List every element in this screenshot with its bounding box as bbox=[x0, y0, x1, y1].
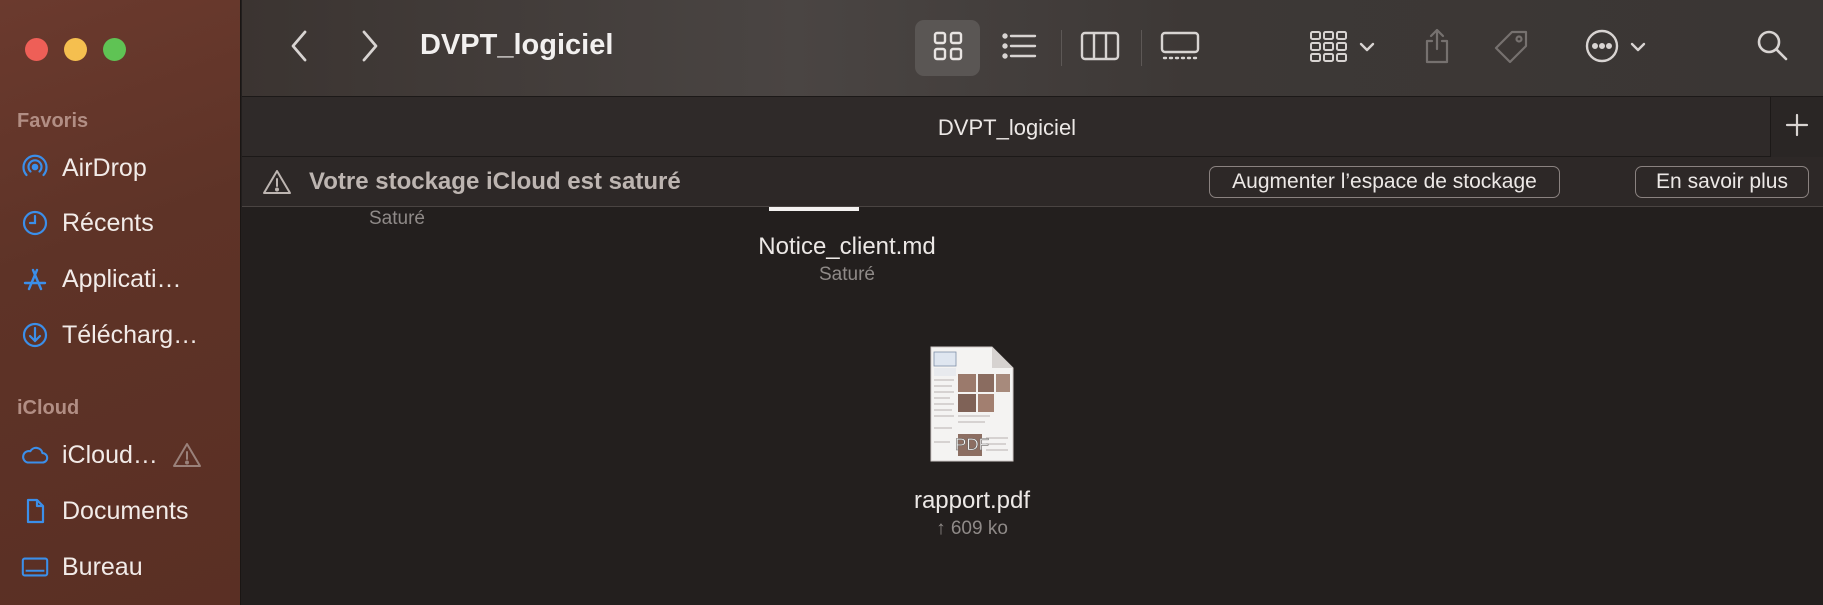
more-actions-button[interactable] bbox=[1575, 20, 1655, 76]
sidebar: Favoris AirDrop Récents Applicati… Téléc… bbox=[0, 0, 241, 605]
zoom-window-button[interactable] bbox=[103, 38, 126, 61]
file-status: ↑ 609 ko bbox=[936, 518, 1008, 539]
upgrade-storage-button[interactable]: Augmenter l’espace de stockage bbox=[1209, 166, 1560, 198]
grid-icon bbox=[932, 30, 964, 67]
close-window-button[interactable] bbox=[25, 38, 48, 61]
sidebar-item-label: Applicati… bbox=[62, 264, 182, 293]
clock-icon bbox=[20, 208, 50, 238]
favorites-section-title: Favoris bbox=[17, 110, 89, 132]
sidebar-item-icloud-drive[interactable]: iCloud… bbox=[20, 435, 235, 475]
sidebar-item-applications[interactable]: Applicati… bbox=[20, 259, 235, 299]
plus-icon bbox=[1785, 113, 1809, 142]
chevron-down-icon bbox=[1359, 39, 1375, 57]
back-button[interactable] bbox=[280, 28, 320, 68]
pdf-badge-text: PDF bbox=[955, 435, 989, 454]
forward-button[interactable] bbox=[349, 28, 389, 68]
sidebar-item-desktop[interactable]: Bureau bbox=[20, 547, 235, 587]
file-thumbnail[interactable] bbox=[769, 207, 859, 211]
share-icon bbox=[1422, 27, 1452, 70]
download-icon bbox=[20, 320, 50, 350]
applications-icon bbox=[20, 264, 50, 294]
toolbar: DVPT_logiciel bbox=[242, 0, 1823, 96]
sidebar-item-label: Télécharg… bbox=[62, 320, 199, 349]
chevron-left-icon bbox=[289, 28, 311, 69]
share-button[interactable] bbox=[1412, 20, 1462, 76]
toolbar-separator bbox=[1061, 30, 1062, 66]
sidebar-item-label: AirDrop bbox=[62, 153, 147, 182]
icon-view-button[interactable] bbox=[915, 20, 980, 76]
sidebar-item-documents[interactable]: Documents bbox=[20, 491, 235, 531]
new-tab-button[interactable] bbox=[1770, 97, 1823, 157]
tab-dvpt-logiciel[interactable]: DVPT_logiciel bbox=[242, 115, 1772, 141]
document-icon bbox=[20, 496, 50, 526]
chevron-right-icon bbox=[358, 28, 380, 69]
sidebar-item-label: iCloud… bbox=[62, 440, 158, 469]
search-icon bbox=[1755, 28, 1789, 67]
banner-message: Votre stockage iCloud est saturé bbox=[309, 168, 681, 195]
tag-button[interactable] bbox=[1487, 20, 1537, 76]
file-name[interactable]: Notice_client.md bbox=[697, 233, 997, 261]
toolbar-separator bbox=[1141, 30, 1142, 66]
window-title: DVPT_logiciel bbox=[420, 29, 614, 61]
ellipsis-circle-icon bbox=[1584, 28, 1620, 69]
sidebar-item-downloads[interactable]: Télécharg… bbox=[20, 315, 235, 355]
file-grid: Saturé Notice_client.md Saturé PDF rappo… bbox=[242, 207, 1823, 605]
column-view-button[interactable] bbox=[1070, 20, 1130, 76]
airdrop-icon bbox=[20, 153, 50, 183]
sidebar-item-recents[interactable]: Récents bbox=[20, 203, 235, 243]
desktop-icon bbox=[20, 552, 50, 582]
sidebar-item-airdrop[interactable]: AirDrop bbox=[20, 148, 235, 188]
sidebar-item-label: Bureau bbox=[62, 552, 143, 581]
icloud-section-title: iCloud bbox=[17, 397, 80, 419]
sidebar-item-label: Récents bbox=[62, 208, 154, 237]
gallery-view-button[interactable] bbox=[1150, 20, 1210, 76]
window-controls bbox=[25, 38, 126, 61]
learn-more-button[interactable]: En savoir plus bbox=[1635, 166, 1809, 198]
file-status: Saturé bbox=[819, 264, 875, 285]
list-view-button[interactable] bbox=[989, 20, 1049, 76]
minimize-window-button[interactable] bbox=[64, 38, 87, 61]
chevron-down-icon bbox=[1630, 39, 1646, 57]
group-by-button[interactable] bbox=[1302, 20, 1382, 76]
tab-bar: DVPT_logiciel bbox=[242, 96, 1823, 157]
warning-icon bbox=[172, 441, 202, 469]
columns-icon bbox=[1080, 30, 1120, 67]
sidebar-item-label: Documents bbox=[62, 496, 189, 525]
gallery-icon bbox=[1160, 30, 1200, 67]
cloud-icon bbox=[20, 440, 50, 470]
file-status: Saturé bbox=[369, 208, 425, 229]
warning-icon bbox=[262, 168, 292, 201]
search-button[interactable] bbox=[1747, 22, 1797, 72]
tag-icon bbox=[1492, 26, 1532, 71]
file-name[interactable]: rapport.pdf bbox=[822, 487, 1122, 515]
list-icon bbox=[1001, 31, 1037, 66]
pdf-file-icon[interactable]: PDF bbox=[930, 346, 1014, 462]
group-grid-icon bbox=[1309, 30, 1349, 67]
icloud-storage-banner: Votre stockage iCloud est saturé Augment… bbox=[242, 157, 1823, 207]
